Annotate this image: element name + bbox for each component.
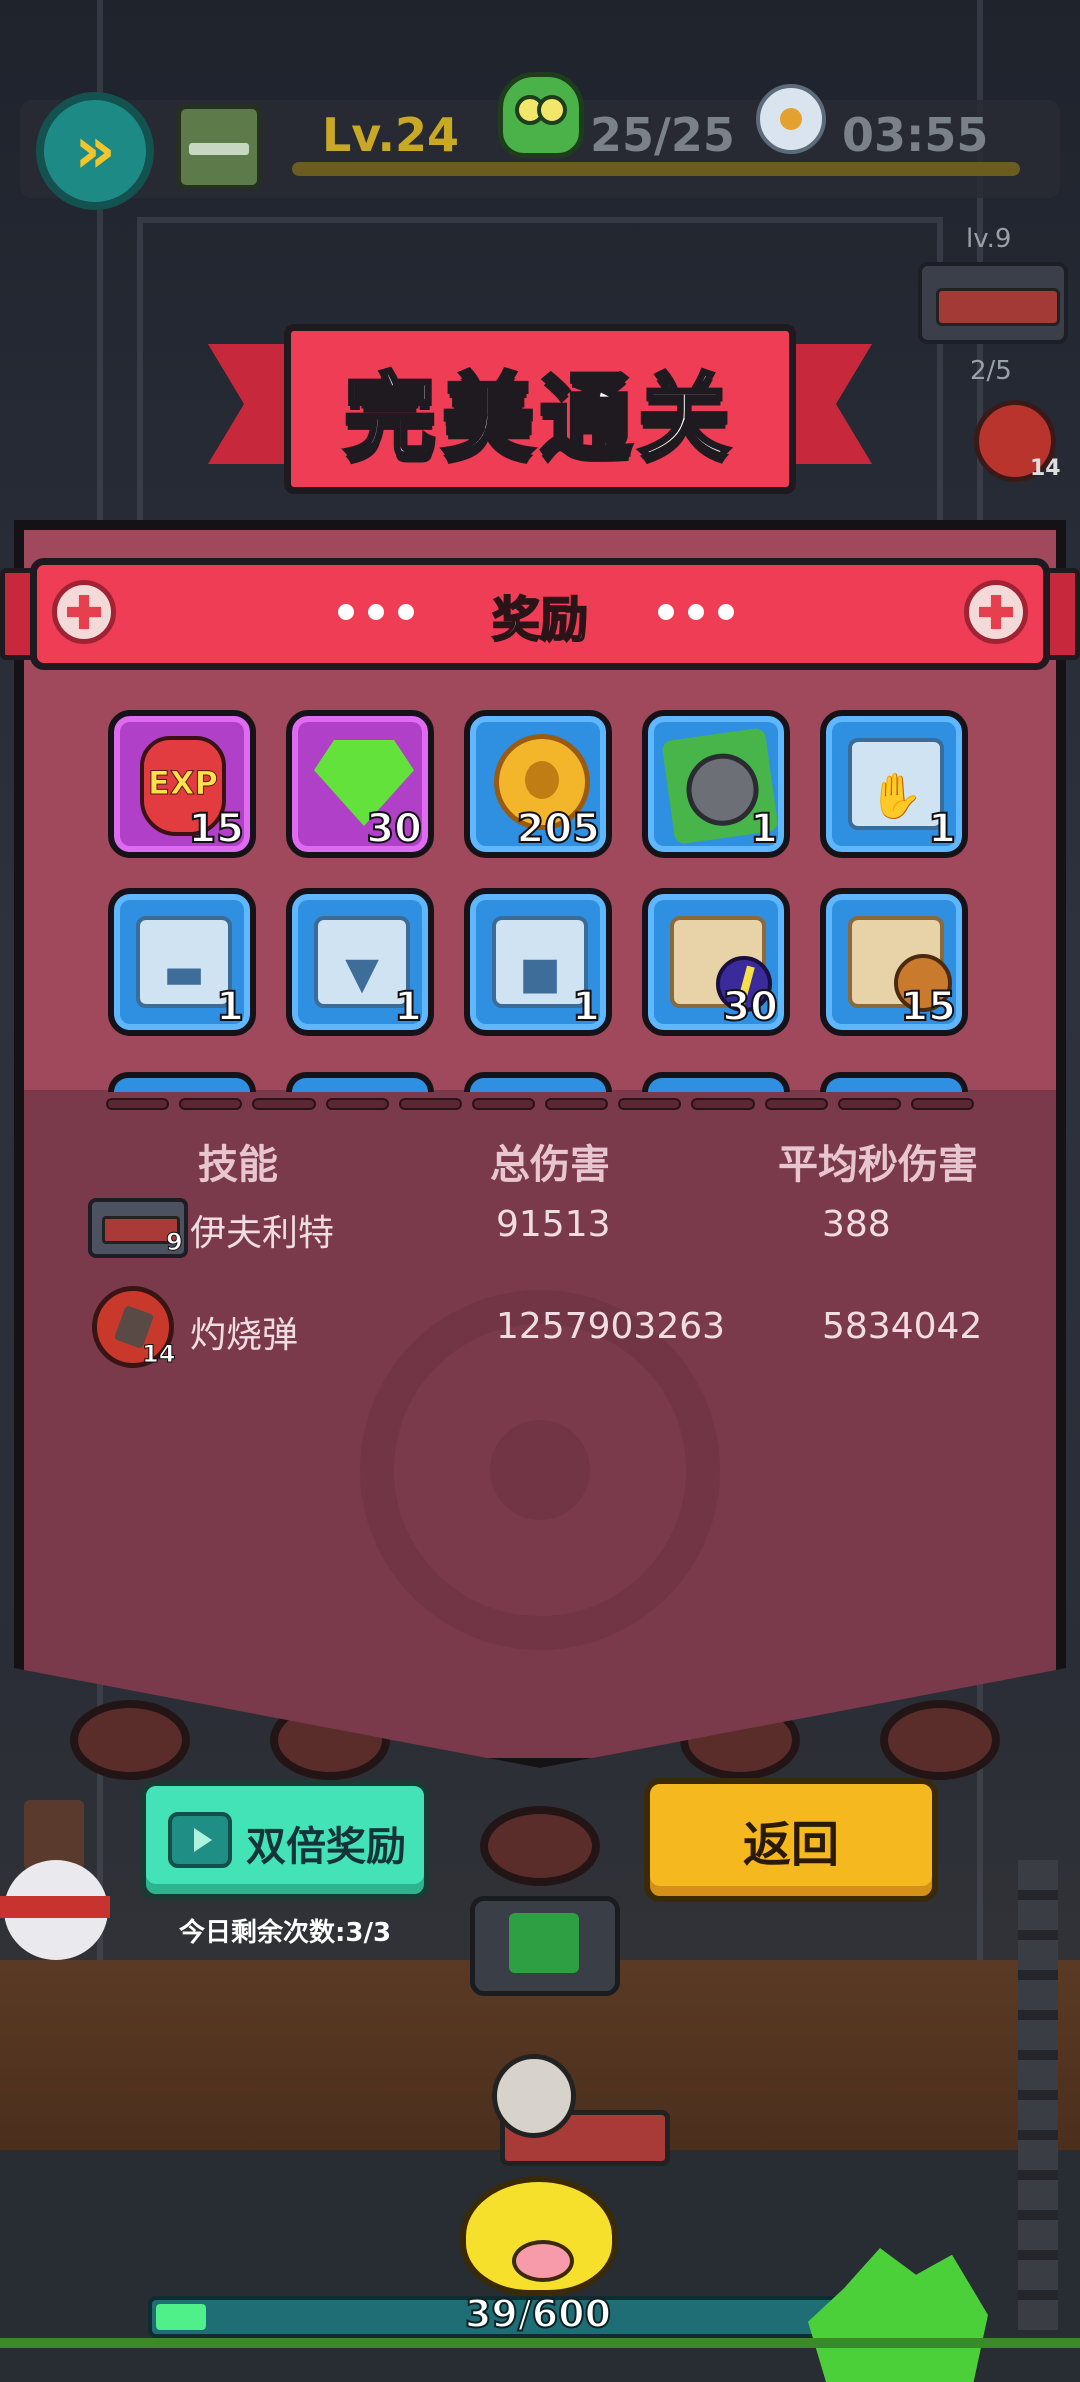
skill-level-badge: 14 — [141, 1340, 176, 1369]
timer: 03:55 — [842, 108, 989, 162]
reward-item-pistol[interactable]: ▬ 1 — [108, 888, 256, 1036]
reward-qty: 205 — [516, 805, 601, 853]
reward-qty: 15 — [187, 805, 245, 853]
fast-forward-button[interactable]: » — [36, 92, 154, 210]
weapon-slot[interactable] — [918, 262, 1068, 344]
reward-item-gem[interactable]: 30 — [286, 710, 434, 858]
back-button[interactable]: 返回 — [644, 1778, 938, 1902]
col-header-total-damage: 总伤害 — [490, 1142, 610, 1188]
reward-qty: 15 — [899, 983, 957, 1031]
reward-item-character[interactable]: 1 — [642, 710, 790, 858]
reward-item-coin[interactable]: 205 — [464, 710, 612, 858]
reward-item-armor[interactable]: ▼ 1 — [286, 888, 434, 1036]
reward-qty: 1 — [393, 983, 423, 1031]
turret-base — [470, 1896, 620, 1996]
reward-grid-overflow — [108, 1072, 976, 1092]
total-damage: 1257903263 — [496, 1306, 726, 1347]
spawn-pad — [880, 1700, 1000, 1780]
reward-item-lightning[interactable]: 30 — [642, 888, 790, 1036]
skill-level-badge: 9 — [166, 1228, 184, 1257]
divider — [106, 1098, 975, 1110]
snowman-npc — [0, 1800, 110, 1960]
rewards-header: 奖励 — [0, 558, 1080, 670]
reward-item-exp[interactable]: EXP 15 — [108, 710, 256, 858]
zombie-icon — [498, 72, 584, 158]
dps-value: 5834042 — [822, 1306, 983, 1347]
table-row: 9 伊夫利特 91513 388 — [0, 1194, 1080, 1284]
reward-grid: EXP 15 30 205 1 ✋ 1 ▬ 1 ▼ 1 ■ 1 30 15 — [108, 710, 976, 1090]
reward-qty: 1 — [571, 983, 601, 1031]
slot-fraction: 2/5 — [970, 356, 1012, 386]
level-label: Lv.24 — [322, 108, 460, 162]
skill-name: 灼烧弹 — [190, 1315, 299, 1356]
table-row: 14 灼烧弹 1257903263 5834042 — [0, 1286, 1080, 1376]
reward-qty: 1 — [215, 983, 245, 1031]
fast-forward-icon: » — [74, 114, 116, 188]
chain-decoration — [1018, 1860, 1058, 2330]
victory-banner: 完美通关 — [208, 324, 872, 496]
footer-bar — [0, 2338, 1080, 2348]
skill-name: 伊夫利特 — [190, 1213, 335, 1254]
reward-item-shirt[interactable]: ■ 1 — [464, 888, 612, 1036]
enemy-count: 25/25 — [590, 108, 735, 162]
col-header-dps: 平均秒伤害 — [778, 1142, 978, 1188]
reward-qty: 1 — [927, 805, 957, 853]
spawn-pad — [480, 1806, 600, 1886]
chest-icon[interactable] — [176, 104, 262, 190]
reward-item-glove[interactable]: ✋ 1 — [820, 710, 968, 858]
weapon-level: lv.9 — [966, 224, 1012, 254]
double-reward-button[interactable]: 双倍奖励 — [140, 1780, 430, 1900]
back-label: 返回 — [742, 1817, 839, 1873]
hero-character — [470, 2040, 670, 2200]
total-damage: 91513 — [496, 1204, 611, 1245]
col-header-skill: 技能 — [198, 1142, 278, 1188]
reward-qty: 30 — [721, 983, 779, 1031]
double-reward-label: 双倍奖励 — [246, 1824, 406, 1870]
clock-icon — [756, 84, 826, 154]
rewards-title: 奖励 — [491, 591, 589, 649]
tv-play-icon — [168, 1812, 232, 1868]
reward-qty: 30 — [365, 805, 423, 853]
skill-count: 14 — [1030, 456, 1061, 481]
remaining-attempts: 今日剩余次数:3/3 — [178, 1918, 392, 1948]
piggy-bank-icon[interactable] — [460, 2176, 618, 2296]
spawn-pad — [70, 1700, 190, 1780]
xp-bar — [292, 162, 1020, 176]
victory-title: 完美通关 — [342, 362, 736, 473]
game-screen: » Lv.24 25/25 03:55 lv.9 2/5 14 完美通关 奖励 — [0, 0, 1080, 2382]
reward-qty: 1 — [749, 805, 779, 853]
reward-item-bug[interactable]: 15 — [820, 888, 968, 1036]
dps-value: 388 — [822, 1204, 891, 1245]
